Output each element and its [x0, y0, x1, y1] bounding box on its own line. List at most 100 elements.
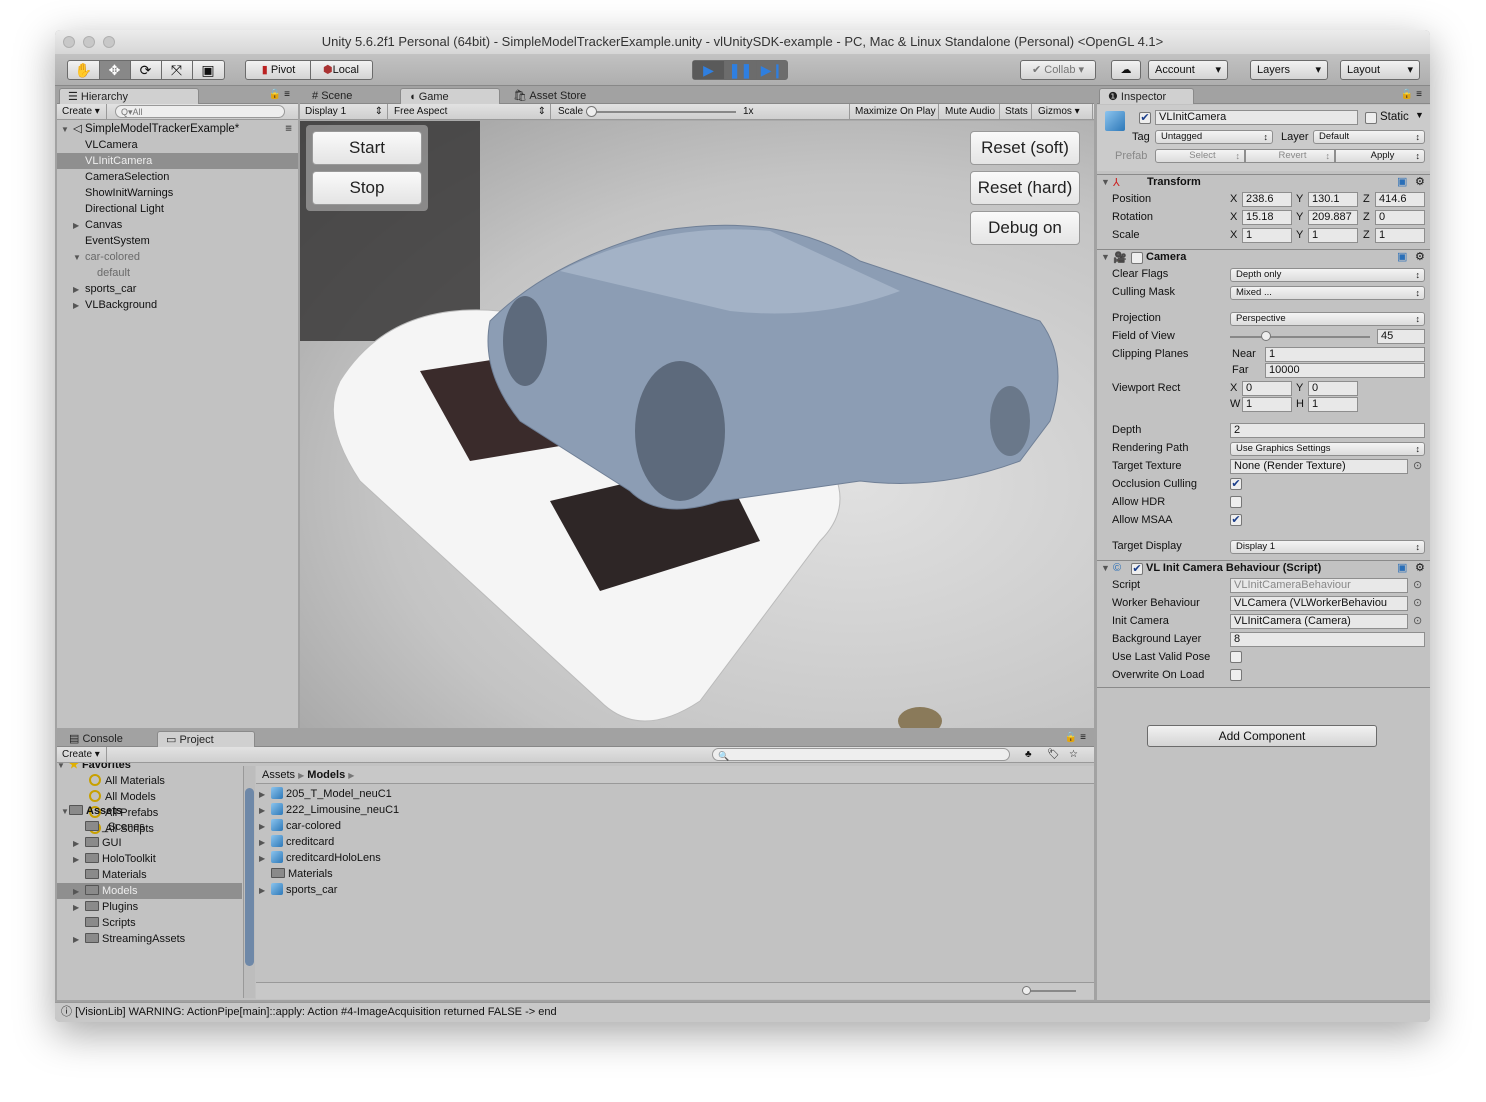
- viewport-y-field[interactable]: 0: [1308, 381, 1358, 396]
- gear-icon[interactable]: ⚙: [1415, 175, 1425, 188]
- static-dropdown-icon[interactable]: ▼: [1415, 110, 1424, 120]
- asset-item[interactable]: Materials: [259, 866, 859, 882]
- expand-arrow-icon[interactable]: ▼: [73, 250, 85, 266]
- foldout-arrow-icon[interactable]: ▼: [1101, 177, 1110, 187]
- layout-dropdown[interactable]: Layout ▾: [1340, 60, 1420, 80]
- expand-arrow-icon[interactable]: ▶: [73, 282, 85, 298]
- rotation-x-field[interactable]: 15.18: [1242, 210, 1292, 225]
- rotation-y-field[interactable]: 209.887: [1308, 210, 1358, 225]
- hierarchy-item[interactable]: ▶ sports_car: [57, 281, 298, 297]
- status-bar[interactable]: ⓘ [VisionLib] WARNING: ActionPipe[main]:…: [55, 1002, 1430, 1022]
- hand-icon[interactable]: ✋: [69, 61, 100, 79]
- near-field[interactable]: 1: [1265, 347, 1425, 362]
- reset-soft-button[interactable]: Reset (soft): [970, 131, 1080, 165]
- stats-toggle[interactable]: Stats: [1000, 104, 1032, 119]
- asset-folder-item[interactable]: Scripts: [57, 915, 242, 931]
- active-checkbox[interactable]: ✔: [1139, 112, 1151, 124]
- use-last-valid-pose-checkbox[interactable]: [1230, 651, 1242, 663]
- panel-menu-icon[interactable]: 🔒 ≡: [269, 89, 290, 100]
- expand-arrow-icon[interactable]: ▶: [259, 803, 271, 819]
- local-button[interactable]: ⬢Local: [311, 61, 371, 79]
- prefab-apply-button[interactable]: Apply: [1335, 149, 1425, 163]
- expand-arrow-icon[interactable]: ▶: [259, 819, 271, 835]
- position-z-field[interactable]: 414.6: [1375, 192, 1425, 207]
- fov-slider-handle[interactable]: [1261, 331, 1271, 341]
- tab-scene[interactable]: # Scene: [304, 88, 360, 104]
- breadcrumb-assets[interactable]: Assets: [262, 769, 295, 781]
- static-checkbox[interactable]: [1365, 112, 1377, 124]
- mute-audio-toggle[interactable]: Mute Audio: [940, 104, 1000, 119]
- asset-item[interactable]: ▶ car-colored: [259, 818, 859, 834]
- expand-arrow-icon[interactable]: ▶: [259, 787, 271, 803]
- position-y-field[interactable]: 130.1: [1308, 192, 1358, 207]
- scale-z-field[interactable]: 1: [1375, 228, 1425, 243]
- expand-arrow-icon[interactable]: ▶: [73, 218, 85, 234]
- expand-arrow-icon[interactable]: ▶: [73, 884, 85, 900]
- scale-x-field[interactable]: 1: [1242, 228, 1292, 243]
- favorite-item[interactable]: All Materials: [57, 773, 242, 789]
- hierarchy-item[interactable]: EventSystem: [57, 233, 298, 249]
- hierarchy-item[interactable]: default: [57, 265, 298, 281]
- hierarchy-item[interactable]: VLInitCamera: [57, 153, 298, 169]
- hierarchy-item[interactable]: ▶ Canvas: [57, 217, 298, 233]
- viewport-h-field[interactable]: 1: [1308, 397, 1358, 412]
- tab-project[interactable]: ▭ Project: [157, 731, 255, 747]
- stop-button[interactable]: Stop: [312, 171, 422, 205]
- panel-menu-icon[interactable]: 🔒 ≡: [1065, 732, 1086, 743]
- object-picker-icon[interactable]: ⊙: [1413, 459, 1422, 472]
- help-icon[interactable]: ▣: [1397, 561, 1407, 574]
- create-dropdown[interactable]: Create ▾: [57, 747, 107, 762]
- expand-arrow-icon[interactable]: ▶: [73, 298, 85, 314]
- scrollbar-thumb[interactable]: [245, 788, 254, 966]
- start-button[interactable]: Start: [312, 131, 422, 165]
- tab-game[interactable]: ◖ Game: [400, 88, 500, 104]
- scene-root[interactable]: ▼ ◁ SimpleModelTrackerExample* ≡: [57, 121, 298, 137]
- rect-icon[interactable]: ▣: [193, 61, 224, 79]
- play-button[interactable]: ▶: [693, 61, 725, 79]
- layers-dropdown[interactable]: Layers ▾: [1250, 60, 1328, 80]
- culling-mask-dropdown[interactable]: Mixed ...: [1230, 286, 1425, 300]
- tab-console[interactable]: ▤ Console: [61, 731, 156, 747]
- occlusion-culling-checkbox[interactable]: ✔: [1230, 478, 1242, 490]
- allow-hdr-checkbox[interactable]: [1230, 496, 1242, 508]
- expand-arrow-icon[interactable]: ▶: [259, 851, 271, 867]
- target-texture-field[interactable]: None (Render Texture): [1230, 459, 1408, 474]
- filter-label-icon[interactable]: 🏷: [1047, 747, 1060, 762]
- hierarchy-item[interactable]: ▼ car-colored: [57, 249, 298, 265]
- debug-on-button[interactable]: Debug on: [970, 211, 1080, 245]
- tab-asset-store[interactable]: 🛍 Asset Store: [505, 88, 594, 104]
- hierarchy-item[interactable]: CameraSelection: [57, 169, 298, 185]
- asset-folder-item[interactable]: ▶ Plugins: [57, 899, 242, 915]
- asset-folder-item[interactable]: ▶ GUI: [57, 835, 242, 851]
- gear-icon[interactable]: ⚙: [1415, 561, 1425, 574]
- folder-tree-scrollbar[interactable]: [243, 766, 255, 998]
- init-camera-field[interactable]: VLInitCamera (Camera): [1230, 614, 1408, 629]
- position-x-field[interactable]: 238.6: [1242, 192, 1292, 207]
- pause-button[interactable]: ❚❚: [725, 61, 757, 79]
- scale-icon[interactable]: ⤧: [162, 61, 193, 79]
- asset-folder-item[interactable]: ▶ Models: [57, 883, 242, 899]
- expand-arrow-icon[interactable]: ▶: [259, 883, 271, 899]
- fov-field[interactable]: 45: [1377, 329, 1425, 344]
- reset-hard-button[interactable]: Reset (hard): [970, 171, 1080, 205]
- add-component-button[interactable]: Add Component: [1147, 725, 1377, 747]
- help-icon[interactable]: ▣: [1397, 175, 1407, 188]
- component-enabled-checkbox[interactable]: ✔: [1131, 563, 1143, 575]
- script-field[interactable]: VLInitCameraBehaviour: [1230, 578, 1408, 593]
- minimize-window-button[interactable]: [83, 36, 95, 48]
- display-dropdown[interactable]: Display 1 ⇕: [300, 104, 388, 119]
- icon-size-slider-handle[interactable]: [1022, 986, 1031, 995]
- rendering-path-dropdown[interactable]: Use Graphics Settings: [1230, 442, 1425, 456]
- asset-folder-item[interactable]: Materials: [57, 867, 242, 883]
- foldout-arrow-icon[interactable]: ▼: [1101, 252, 1110, 262]
- breadcrumb-models[interactable]: Models: [307, 769, 345, 781]
- object-name-field[interactable]: VLInitCamera: [1155, 110, 1358, 125]
- account-dropdown[interactable]: Account ▾: [1148, 60, 1228, 80]
- expand-arrow-icon[interactable]: ▶: [259, 835, 271, 851]
- asset-item[interactable]: ▶ 222_Limousine_neuC1: [259, 802, 859, 818]
- scale-slider-handle[interactable]: [586, 106, 597, 117]
- scale-y-field[interactable]: 1: [1308, 228, 1358, 243]
- asset-item[interactable]: ▶ creditcardHoloLens: [259, 850, 859, 866]
- hierarchy-item[interactable]: ShowInitWarnings: [57, 185, 298, 201]
- scale-slider[interactable]: [586, 111, 736, 113]
